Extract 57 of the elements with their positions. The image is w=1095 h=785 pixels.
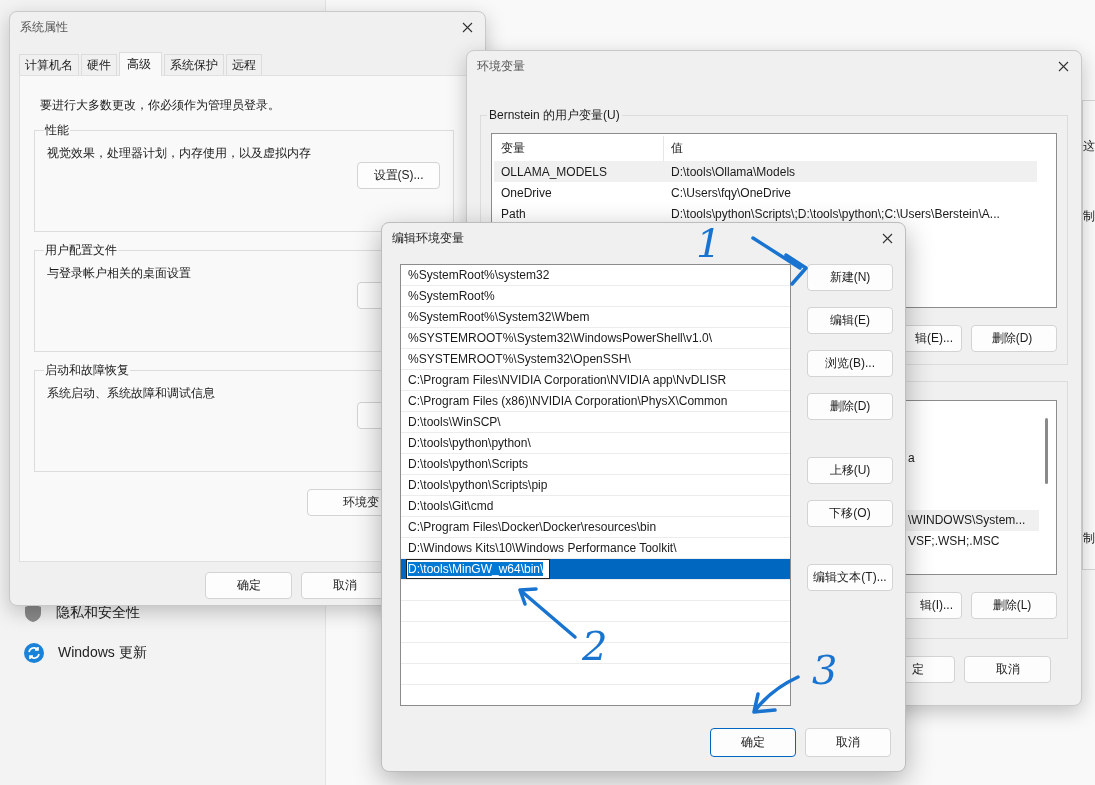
cancel-button[interactable]: 取消: [805, 728, 891, 757]
table-row[interactable]: OneDrive C:\Users\fqy\OneDrive: [494, 182, 1054, 203]
annotation-number: 3: [812, 648, 838, 692]
table-cell-text: D:\tools\Ollama\Models: [670, 164, 796, 179]
action-button[interactable]: 删除(D): [807, 393, 893, 420]
setting-text: 制: [1083, 208, 1095, 225]
nav-item[interactable]: 隐私和安全性: [56, 604, 140, 622]
tab[interactable]: 计算机名: [19, 54, 79, 75]
table-row[interactable]: Path D:\tools\python\Scripts\;D:\tools\python\;C:\Users\Berstein\A...: [494, 203, 1054, 224]
action-button[interactable]: 上移(U): [807, 457, 893, 484]
annotation-number: 2: [582, 624, 608, 668]
ok-button[interactable]: 确定: [710, 728, 796, 757]
handwritten-arrow: [751, 236, 808, 286]
group-title: 性能: [44, 122, 70, 139]
cancel-button[interactable]: 取消: [964, 656, 1051, 683]
action-button[interactable]: 新建(N): [807, 264, 893, 291]
close-icon[interactable]: [462, 21, 473, 33]
group-description: 视觉效果，处理器计划，内存使用，以及虚拟内存: [47, 145, 312, 162]
action-button[interactable]: 编辑文本(T)...: [807, 564, 893, 591]
table-cell-text: C:\Users\fqy\OneDrive: [670, 185, 792, 200]
tab[interactable]: 远程: [226, 54, 262, 75]
close-icon[interactable]: [882, 232, 893, 244]
setting-text: 这: [1083, 138, 1095, 155]
refresh-icon: [24, 643, 44, 663]
table-cell-text: OLLAMA_MODELS: [500, 163, 609, 181]
settings-button[interactable]: 设置(S)...: [357, 162, 440, 189]
list-row[interactable]: D:\tools\MinGW_w64\bin\: [401, 559, 790, 580]
notice-text: 要进行大多数更改，你必须作为管理员登录。: [40, 97, 281, 114]
table-row[interactable]: OLLAMA_MODELS D:\tools\Ollama\Models: [494, 161, 1037, 182]
handwritten-arrow: [518, 587, 577, 639]
column-header[interactable]: 值: [664, 140, 683, 157]
tab[interactable]: 系统保护: [164, 54, 224, 75]
scrollbar-thumb[interactable]: [1045, 418, 1048, 484]
window-title: 环境变量: [477, 57, 525, 75]
entry-input[interactable]: D:\tools\MinGW_w64\bin\: [406, 559, 551, 579]
delete-button[interactable]: 删除(D): [971, 325, 1057, 352]
ok-button[interactable]: 确定: [205, 572, 292, 599]
action-button[interactable]: 下移(O): [807, 500, 893, 527]
tab[interactable]: 硬件: [81, 54, 117, 75]
table-cell-text: D:\tools\python\Scripts\;D:\tools\python\;C:\Users\Berstein\A...: [670, 206, 1000, 221]
group-title: Bernstein 的用户变量(U): [488, 107, 621, 124]
handwritten-arrow: [752, 675, 800, 714]
table-cell-text: OneDrive: [500, 184, 553, 202]
setting-text: 制: [1083, 530, 1095, 547]
annotation-number: 1: [696, 221, 722, 265]
action-button[interactable]: 浏览(B)...: [807, 350, 893, 377]
shield-icon: [24, 603, 42, 623]
dialog-title: 编辑环境变量: [392, 229, 464, 247]
group-title: 用户配置文件: [44, 242, 118, 259]
close-icon[interactable]: [1058, 60, 1069, 72]
delete-button[interactable]: 删除(L): [971, 592, 1057, 619]
nav-item[interactable]: Windows 更新: [58, 644, 147, 662]
group-title: 启动和故障恢复: [44, 362, 130, 379]
action-button[interactable]: 编辑(E): [807, 307, 893, 334]
table-cell-text: Path: [500, 205, 527, 223]
window-title: 系统属性: [20, 18, 68, 36]
tab[interactable]: 高级: [119, 52, 162, 76]
